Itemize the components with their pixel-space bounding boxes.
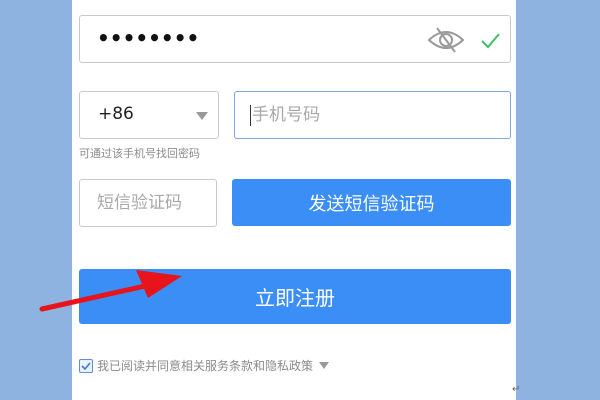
send-sms-button[interactable]: 发送短信验证码	[232, 179, 511, 226]
sms-code-field[interactable]	[79, 179, 217, 227]
sms-code-input[interactable]	[80, 180, 216, 226]
agreement-checkbox[interactable]	[79, 358, 93, 373]
country-code-value: +86	[98, 104, 134, 124]
agreement-row: 我已阅读并同意相关服务条款和隐私政策	[79, 357, 330, 374]
phone-input[interactable]	[235, 92, 510, 138]
eye-slash-icon[interactable]	[426, 25, 466, 55]
checkmark-icon	[478, 28, 502, 52]
chevron-down-icon	[196, 112, 208, 120]
agreement-text[interactable]: 我已阅读并同意相关服务条款和隐私政策	[97, 357, 313, 374]
return-mark: ↵	[512, 384, 521, 395]
phone-field[interactable]	[234, 91, 511, 139]
password-value: ••••••••	[97, 26, 200, 50]
text-cursor	[250, 105, 251, 126]
phone-hint: 可通过该手机号找回密码	[79, 147, 200, 160]
red-arrow-icon	[39, 270, 182, 312]
password-field[interactable]: ••••••••	[79, 15, 511, 63]
chevron-down-icon[interactable]	[319, 362, 330, 369]
country-code-select[interactable]: +86	[79, 91, 219, 139]
